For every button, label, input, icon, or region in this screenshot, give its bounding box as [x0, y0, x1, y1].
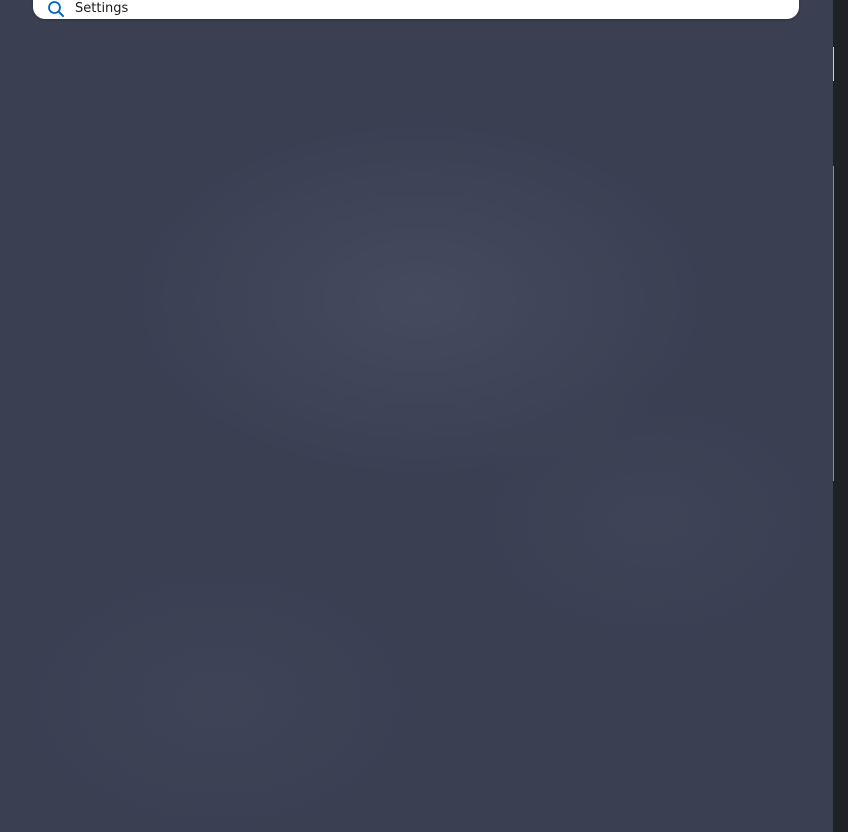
search-icon: [47, 0, 65, 18]
search-input[interactable]: [75, 0, 775, 18]
window-edge-marker: [833, 47, 834, 81]
window-edge-marker: [833, 166, 834, 481]
start-menu-panel: [0, 0, 833, 832]
search-box[interactable]: [33, 0, 799, 19]
background-window-edge: [833, 0, 848, 832]
